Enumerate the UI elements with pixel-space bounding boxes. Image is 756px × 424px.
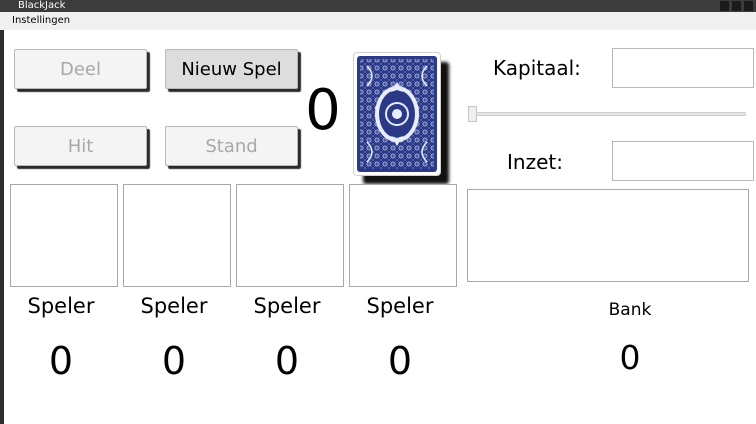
kapitaal-field[interactable] — [612, 48, 754, 88]
title-bar: BlackJack — [0, 0, 756, 12]
player-2-score: 0 — [161, 339, 187, 383]
player-1-score: 0 — [48, 339, 74, 383]
player-4-label: Speler — [366, 294, 434, 318]
card-back-icon — [357, 56, 437, 172]
menu-bar: Instellingen — [0, 12, 756, 30]
player-2-label: Speler — [140, 294, 208, 318]
player-3-hand — [236, 184, 344, 287]
bank-label: Bank — [608, 300, 652, 320]
inzet-slider-thumb[interactable] — [468, 106, 477, 122]
inzet-label: Inzet: — [507, 150, 563, 174]
inzet-field[interactable] — [612, 141, 754, 181]
nieuw-spel-button[interactable]: Nieuw Spel — [165, 49, 298, 89]
player-3-label: Speler — [253, 294, 321, 318]
stand-button[interactable]: Stand — [165, 126, 298, 166]
player-4-score: 0 — [387, 339, 413, 383]
hit-button[interactable]: Hit — [14, 126, 147, 166]
close-button[interactable] — [744, 1, 753, 11]
window-title: BlackJack — [18, 0, 66, 11]
deck-count: 0 — [305, 78, 341, 143]
menu-instellingen[interactable]: Instellingen — [12, 14, 70, 28]
player-3-score: 0 — [274, 339, 300, 383]
player-4-hand — [349, 184, 457, 287]
card-deck[interactable] — [353, 52, 441, 176]
player-1-label: Speler — [27, 294, 95, 318]
player-2-hand — [123, 184, 231, 287]
minimize-button[interactable] — [720, 1, 729, 11]
bank-hand — [467, 189, 749, 282]
kapitaal-label: Kapitaal: — [493, 56, 581, 80]
deel-button[interactable]: Deel — [14, 49, 147, 89]
bank-score: 0 — [619, 338, 641, 377]
maximize-button[interactable] — [732, 1, 741, 11]
inzet-slider-track[interactable] — [474, 112, 746, 116]
player-1-hand — [10, 184, 118, 287]
window-border — [0, 30, 4, 424]
